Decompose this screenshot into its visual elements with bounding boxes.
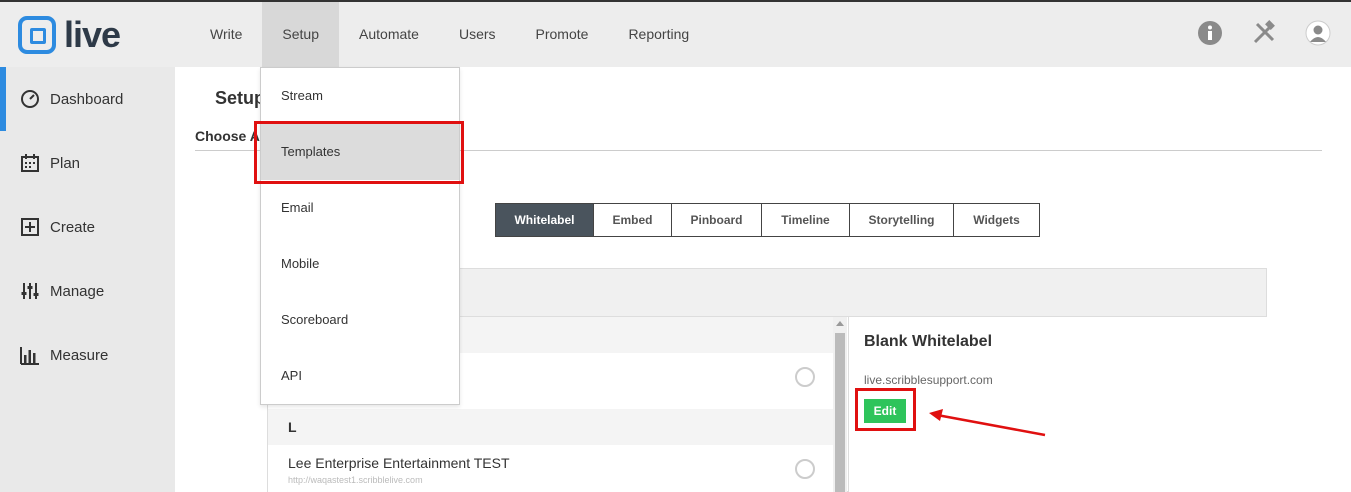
main-nav: Write Setup Automate Users Promote Repor… (190, 2, 709, 67)
nav-promote[interactable]: Promote (516, 2, 609, 67)
logo[interactable]: live (18, 14, 121, 55)
user-avatar-icon[interactable] (1305, 20, 1331, 46)
plus-square-icon (20, 217, 40, 237)
sidebar-item-label: Dashboard (50, 90, 124, 108)
edit-highlight-box (855, 388, 916, 431)
calendar-icon (20, 153, 40, 173)
menu-item-mobile[interactable]: Mobile (261, 236, 459, 292)
sidebar-item-plan[interactable]: Plan (0, 131, 175, 195)
list-scrollbar[interactable] (833, 317, 847, 492)
bar-chart-icon (20, 345, 40, 365)
tab-storytelling[interactable]: Storytelling (850, 204, 954, 236)
info-icon[interactable] (1197, 20, 1223, 46)
sidebar-item-label: Plan (50, 154, 81, 172)
select-radio[interactable] (795, 459, 815, 479)
top-bar: live Write Setup Automate Users Promote … (0, 0, 1351, 67)
nav-setup[interactable]: Setup (262, 2, 340, 67)
nav-write[interactable]: Write (190, 2, 262, 67)
detail-title: Blank Whitelabel (864, 333, 993, 350)
tab-embed[interactable]: Embed (594, 204, 672, 236)
menu-item-api[interactable]: API (261, 348, 459, 404)
top-icons (1197, 20, 1331, 46)
tab-whitelabel[interactable]: Whitelabel (496, 204, 594, 236)
sidebar-item-measure[interactable]: Measure (0, 323, 175, 387)
list-item-url: http://waqastest1.scribblelive.com (288, 475, 423, 485)
sidebar: Dashboard Plan Create Manage Measure (0, 67, 175, 492)
logo-icon (18, 16, 56, 54)
menu-item-scoreboard[interactable]: Scoreboard (261, 292, 459, 348)
section-heading: Choose A (195, 128, 260, 144)
list-item-name: Lee Enterprise Entertainment TEST (288, 455, 510, 471)
tab-pinboard[interactable]: Pinboard (672, 204, 762, 236)
sidebar-item-label: Manage (50, 282, 105, 300)
nav-reporting[interactable]: Reporting (608, 2, 709, 67)
menu-item-email[interactable]: Email (261, 180, 459, 236)
nav-users[interactable]: Users (439, 2, 516, 67)
sidebar-item-create[interactable]: Create (0, 195, 175, 259)
menu-item-stream[interactable]: Stream (261, 68, 459, 124)
tab-widgets[interactable]: Widgets (954, 204, 1039, 236)
list-group-header: L (268, 409, 833, 445)
sidebar-item-label: Create (50, 218, 96, 236)
tools-icon[interactable] (1251, 20, 1277, 46)
tab-timeline[interactable]: Timeline (762, 204, 850, 236)
gauge-icon (20, 89, 40, 109)
sidebar-item-label: Measure (50, 346, 109, 364)
templates-highlight-box (254, 121, 464, 184)
scroll-thumb[interactable] (835, 333, 845, 492)
list-item[interactable]: Lee Enterprise Entertainment TEST http:/… (268, 445, 833, 492)
setup-dropdown: Stream Templates Email Mobile Scoreboard… (260, 67, 460, 405)
sidebar-item-manage[interactable]: Manage (0, 259, 175, 323)
page-title: Setup (215, 88, 266, 108)
annotation-arrow-icon (929, 409, 1046, 437)
select-radio[interactable] (795, 367, 815, 387)
nav-automate[interactable]: Automate (339, 2, 439, 67)
logo-text: live (64, 14, 121, 55)
scroll-up-icon[interactable] (836, 321, 844, 326)
template-tabs: Whitelabel Embed Pinboard Timeline Story… (495, 203, 1040, 237)
sliders-icon (20, 281, 40, 301)
detail-url: live.scribblesupport.com (864, 373, 993, 387)
sidebar-item-dashboard[interactable]: Dashboard (0, 67, 175, 131)
